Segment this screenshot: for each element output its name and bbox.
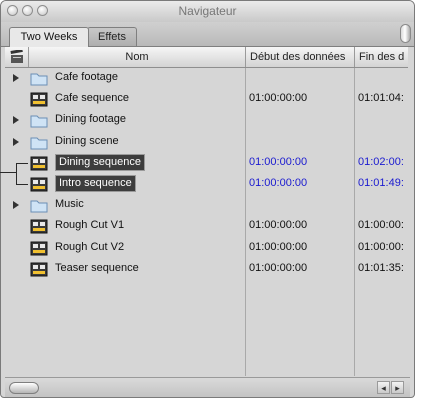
folder-icon: [30, 135, 48, 153]
window-title: Navigateur: [178, 4, 237, 18]
folder-icon: [30, 198, 48, 216]
sequence-icon: [30, 156, 48, 174]
list-item[interactable]: Cafe footage: [5, 68, 408, 89]
column-header-name[interactable]: Nom: [29, 47, 246, 67]
item-name[interactable]: Rough Cut V1: [55, 219, 124, 231]
start-timecode: 01:00:00:00: [249, 261, 308, 274]
list-item[interactable]: Intro sequence 01:00:00:00 01:01:49:: [5, 174, 408, 195]
disclosure-triangle-icon[interactable]: [13, 74, 19, 82]
sequence-icon: [30, 92, 48, 110]
tab-effets[interactable]: Effets: [87, 27, 137, 46]
list-item[interactable]: Teaser sequence 01:00:00:00 01:01:35:: [5, 259, 408, 280]
disclosure-triangle-icon[interactable]: [13, 201, 19, 210]
start-timecode: 01:00:00:00: [249, 240, 308, 253]
item-name[interactable]: Dining scene: [55, 135, 119, 147]
item-name[interactable]: Cafe sequence: [55, 92, 129, 104]
horizontal-scrollbar[interactable]: ◂ ▸: [5, 377, 410, 397]
tab-bar: Two Weeks Effets: [1, 22, 414, 47]
column-header: Nom Début des données Fin des d: [5, 47, 408, 68]
start-timecode: 01:00:00:00: [249, 219, 308, 232]
list-item[interactable]: Dining sequence 01:00:00:00 01:02:00:: [5, 153, 408, 174]
item-name[interactable]: Rough Cut V2: [55, 241, 124, 253]
end-timecode: 01:01:35:: [358, 261, 404, 274]
list-item[interactable]: Rough Cut V2 01:00:00:00 01:00:00:: [5, 238, 408, 259]
column-header-start[interactable]: Début des données: [246, 47, 355, 67]
end-timecode: 01:00:00:: [358, 240, 404, 253]
list-item[interactable]: Music: [5, 195, 408, 216]
scroll-right-button[interactable]: ▸: [391, 381, 404, 394]
end-timecode: 01:00:00:: [358, 219, 404, 232]
title-bar[interactable]: Navigateur: [1, 1, 414, 23]
item-name[interactable]: Dining sequence: [55, 153, 145, 171]
horizontal-scroll-knob[interactable]: [9, 382, 39, 394]
callout-bracket-top: [16, 163, 28, 164]
start-timecode: 01:00:00:00: [249, 177, 308, 189]
list-item[interactable]: Dining footage: [5, 110, 408, 131]
column-header-end[interactable]: Fin des d: [355, 47, 408, 67]
navigator-window: Navigateur Two Weeks Effets Nom Début de…: [0, 0, 415, 398]
callout-line: [0, 172, 16, 173]
file-list: Cafe footage Cafe sequence 01:00:00:00 01:0…: [5, 68, 408, 376]
tab-two-weeks[interactable]: Two Weeks: [9, 27, 89, 47]
disclosure-triangle-icon[interactable]: [13, 116, 19, 125]
end-timecode: 01:01:04:: [358, 92, 404, 105]
disclosure-triangle-icon[interactable]: [13, 137, 19, 146]
sequence-icon: [30, 262, 48, 280]
item-name[interactable]: Teaser sequence: [55, 262, 139, 274]
start-timecode: 01:00:00:00: [249, 155, 308, 168]
folder-icon: [30, 113, 48, 131]
list-item[interactable]: Dining scene: [5, 132, 408, 153]
end-timecode: 01:01:49:: [358, 177, 404, 189]
callout-bracket-bottom: [16, 184, 28, 185]
folder-icon: [30, 71, 48, 89]
vertical-scroll-knob[interactable]: [400, 24, 411, 43]
start-timecode: 01:00:00:00: [249, 92, 308, 105]
column-header-icon[interactable]: [5, 47, 29, 67]
item-name[interactable]: Dining footage: [55, 113, 126, 125]
item-name[interactable]: Music: [55, 198, 84, 210]
clapper-icon: [10, 50, 23, 63]
scroll-left-button[interactable]: ◂: [377, 381, 390, 394]
list-item[interactable]: Rough Cut V1 01:00:00:00 01:00:00:: [5, 216, 408, 237]
end-timecode: 01:02:00:: [358, 155, 404, 168]
sequence-icon: [30, 241, 48, 259]
sequence-icon: [30, 219, 48, 237]
sequence-icon: [30, 177, 48, 195]
item-name[interactable]: Intro sequence: [55, 175, 136, 192]
list-item[interactable]: Cafe sequence 01:00:00:00 01:01:04:: [5, 89, 408, 110]
item-name[interactable]: Cafe footage: [55, 71, 118, 83]
callout-bracket: [16, 163, 17, 184]
